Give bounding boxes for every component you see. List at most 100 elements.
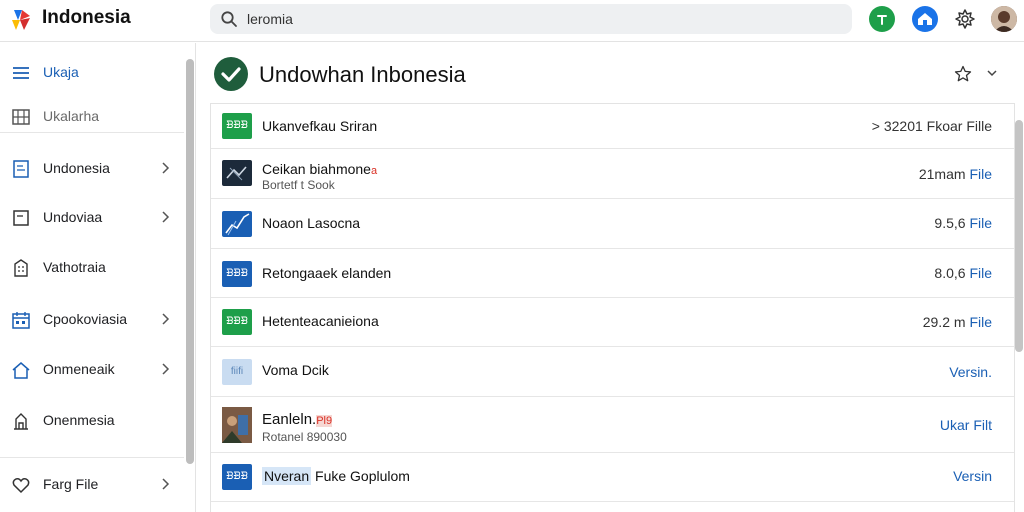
sidebar-item-label: Ukaja: [43, 64, 79, 80]
check-badge: [214, 57, 248, 91]
list-item[interactable]: ᗿᗿᗿ Hetenteacanieiona 29.2 m File: [211, 298, 1014, 347]
file-name-text: Ceikan biahmone: [262, 161, 371, 177]
file-name[interactable]: Eanleln.Pl9: [262, 411, 333, 428]
file-link[interactable]: File: [969, 314, 992, 330]
sidebar-item-label: Vathotraia: [43, 259, 106, 275]
file-link[interactable]: File: [969, 265, 992, 281]
avatar[interactable]: [991, 6, 1017, 32]
file-tag: a: [370, 165, 378, 177]
settings-button[interactable]: [952, 6, 978, 32]
file-meta: Versin.: [949, 364, 992, 380]
list-item[interactable]: fiifi Voma Dcik Versin.: [211, 347, 1014, 397]
search-bar[interactable]: leromia: [210, 4, 852, 34]
file-meta: 8.0,6 File: [934, 265, 992, 281]
image-thumbnail-icon: [226, 166, 247, 181]
sidebar-item-farg-file[interactable]: Farg File: [0, 463, 184, 507]
list-item[interactable]: ᗿᗿᗿ Retongaaek elanden 8.0,6 File: [211, 249, 1014, 298]
file-meta: 21mam File: [919, 166, 992, 182]
file-thumbnail: [222, 160, 252, 186]
file-thumbnail: [222, 211, 252, 237]
chevron-right-icon: [162, 211, 170, 223]
search-highlight: Nveran: [262, 467, 312, 485]
sidebar-divider: [0, 457, 184, 458]
status-icon: [877, 15, 887, 25]
file-subtitle: Rotanel 890030: [262, 430, 347, 444]
file-thumbnail: fiifi: [222, 359, 252, 385]
file-thumbnail: ᗿᗿᗿ: [222, 113, 252, 139]
file-tag: Pl9: [316, 415, 333, 427]
sidebar: Ukaja Ukalarha Undonesia Undoviaa Vathot…: [0, 43, 196, 512]
app-title: Indonesia: [42, 7, 131, 28]
heart-icon: [12, 478, 30, 494]
file-subtitle: Bortetf t Sook: [262, 178, 335, 192]
sidebar-item-undonesia[interactable]: Undonesia: [0, 147, 184, 191]
list-item[interactable]: Ceikan biahmonea Bortetf t Sook 21mam Fi…: [211, 149, 1014, 199]
sidebar-item-label: Farg File: [43, 476, 99, 492]
list-item[interactable]: ᗿᗿᗿ Nveran Fuke Goplulom Versin: [211, 453, 1014, 502]
sidebar-item-label: Undonesia: [43, 160, 110, 176]
file-link[interactable]: Ukar Filt: [940, 417, 992, 433]
list-item[interactable]: ᗿᗿᗿ Ukanvefkau Sriran > 32201 Fkoar Fill…: [211, 104, 1014, 149]
home-button[interactable]: [912, 6, 938, 32]
sidebar-scrollbar[interactable]: [186, 59, 194, 464]
file-name[interactable]: Ukanvefkau Sriran: [262, 118, 377, 134]
status-button[interactable]: [869, 6, 895, 32]
file-name[interactable]: Nveran Fuke Goplulom: [262, 467, 410, 485]
file-meta: Ukar Filt: [940, 417, 992, 433]
search-icon: [221, 11, 237, 27]
file-link[interactable]: Versin: [953, 468, 992, 484]
calendar-icon: [12, 312, 30, 329]
file-link[interactable]: File: [969, 215, 992, 231]
sidebar-item-onmeneaik[interactable]: Onmeneaik: [0, 348, 184, 392]
file-meta: 29.2 m File: [923, 314, 992, 330]
search-input[interactable]: leromia: [247, 11, 293, 27]
top-bar: Indonesia leromia: [0, 0, 1024, 42]
file-name[interactable]: Ceikan biahmonea: [262, 161, 377, 177]
file-size: 9.5,6: [934, 215, 970, 231]
file-link[interactable]: Versin.: [949, 364, 992, 380]
file-size: 21mam: [918, 166, 970, 182]
file-size: 8.0,6: [934, 265, 970, 281]
sidebar-item-label: Ukalarha: [43, 108, 100, 124]
file-name[interactable]: Voma Dcik: [262, 362, 329, 378]
sidebar-item-ukaja[interactable]: Ukaja: [0, 51, 184, 95]
chevron-down-icon[interactable]: [986, 67, 998, 79]
file-name-text: Eanleln.: [262, 411, 317, 428]
menu-icon: [13, 67, 29, 79]
home-icon: [12, 362, 30, 379]
home-icon: [918, 13, 932, 25]
building-icon: [14, 259, 28, 277]
sidebar-item-ukalarha[interactable]: Ukalarha: [0, 95, 184, 139]
file-name[interactable]: Retongaaek elanden: [262, 265, 391, 281]
list-item[interactable]: Noaon Lasocna 9.5,6 File: [211, 199, 1014, 249]
file-name-text: Fuke Goplulom: [315, 468, 410, 484]
square-icon: [13, 210, 29, 226]
chevron-right-icon: [162, 313, 170, 325]
sidebar-item-cpookoviasia[interactable]: Cpookoviasia: [0, 298, 184, 342]
document-icon: [13, 160, 29, 178]
sidebar-item-vathotraia[interactable]: Vathotraia: [0, 246, 184, 290]
page-title: Undowhan Inbonesia: [259, 62, 466, 87]
check-icon: [221, 67, 241, 82]
sidebar-item-onenmesia[interactable]: Onenmesia: [0, 399, 184, 443]
file-name[interactable]: Noaon Lasocna: [262, 215, 360, 231]
gear-icon: [955, 9, 975, 29]
sidebar-item-label: Undoviaa: [43, 209, 103, 225]
map-icon: [12, 109, 30, 125]
file-meta: Versin: [953, 468, 992, 484]
file-link[interactable]: File: [969, 166, 992, 182]
chevron-right-icon: [162, 478, 170, 490]
app-logo-icon[interactable]: [8, 6, 36, 34]
sidebar-item-label: Onmeneaik: [43, 361, 115, 377]
main-scrollbar[interactable]: [1015, 120, 1023, 352]
list-item[interactable]: Eanleln.Pl9 Rotanel 890030 Ukar Filt: [211, 397, 1014, 453]
file-meta: > 32201 Fkoar Fille: [871, 118, 992, 134]
chevron-right-icon: [162, 363, 170, 375]
star-icon[interactable]: [954, 65, 972, 83]
photo-thumbnail-icon: [222, 407, 252, 443]
file-thumbnail: ᗿᗿᗿ: [222, 261, 252, 287]
chart-thumbnail-icon: [225, 213, 250, 236]
sidebar-item-undoviaa[interactable]: Undoviaa: [0, 196, 184, 240]
chevron-right-icon: [162, 162, 170, 174]
file-name[interactable]: Hetenteacanieiona: [262, 313, 379, 329]
